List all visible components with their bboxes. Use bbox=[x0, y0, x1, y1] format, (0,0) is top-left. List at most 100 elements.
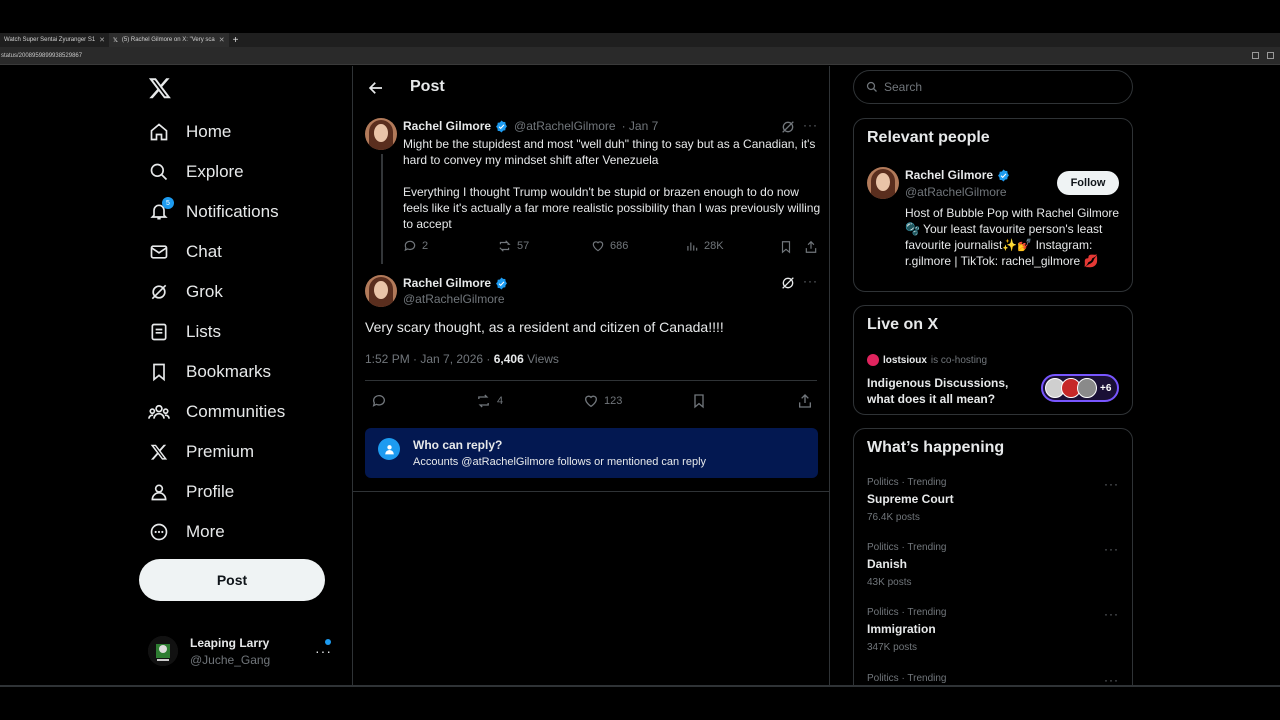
avatar[interactable] bbox=[365, 118, 397, 150]
account-switcher[interactable]: Leaping Larry @Juche_Gang ··· bbox=[148, 631, 342, 671]
more-icon[interactable]: ··· bbox=[1104, 477, 1119, 491]
tweet-actions: 2 57 686 28K bbox=[403, 239, 819, 257]
person-name-text[interactable]: Rachel Gilmore bbox=[905, 168, 993, 182]
thread-line bbox=[381, 154, 383, 264]
follow-button[interactable]: Follow bbox=[1057, 171, 1119, 195]
repost-icon bbox=[478, 394, 489, 408]
verified-badge-icon bbox=[496, 120, 507, 132]
tweet-timestamp[interactable]: 1:52 PM · Jan 7, 2026 · bbox=[365, 352, 494, 366]
trend-item[interactable]: Politics · Trending Immigration 347K pos… bbox=[867, 607, 1119, 653]
more-icon[interactable]: ··· bbox=[315, 643, 332, 659]
reply-button[interactable]: 2 bbox=[403, 239, 428, 253]
back-arrow-icon[interactable] bbox=[367, 79, 385, 97]
x-logo-icon[interactable] bbox=[148, 76, 172, 100]
like-button[interactable]: 686 bbox=[591, 239, 628, 253]
tweet-date[interactable]: · Jan 7 bbox=[622, 119, 659, 133]
tweet-text: Very scary thought, as a resident and ci… bbox=[365, 319, 724, 335]
profile-icon bbox=[148, 481, 170, 503]
heart-icon bbox=[584, 395, 598, 408]
extension-icon[interactable] bbox=[1252, 52, 1259, 59]
whats-happening-card: What’s happening Politics · Trending Sup… bbox=[853, 428, 1133, 698]
nav-home[interactable]: Home bbox=[148, 112, 231, 152]
close-icon[interactable]: ✕ bbox=[99, 36, 105, 44]
address-bar[interactable]: status/2008959899938529867 bbox=[0, 47, 1280, 65]
author-handle[interactable]: @atRachelGilmore bbox=[514, 119, 616, 133]
nav-premium[interactable]: Premium bbox=[148, 432, 254, 472]
repost-button[interactable]: 4 bbox=[475, 393, 503, 409]
nav-more[interactable]: More bbox=[148, 512, 225, 552]
window-icon[interactable] bbox=[1267, 52, 1274, 59]
tweet-author[interactable]: Rachel Gilmore @atRachelGilmore · Jan 7 bbox=[403, 119, 658, 133]
search-bar[interactable] bbox=[853, 70, 1133, 104]
nav-explore[interactable]: Explore bbox=[148, 152, 244, 192]
host-name: lostsioux bbox=[883, 354, 927, 366]
like-count: 686 bbox=[610, 240, 629, 252]
bell-icon: 5 bbox=[148, 197, 174, 223]
notification-badge: 5 bbox=[162, 197, 174, 209]
nav-bookmarks[interactable]: Bookmarks bbox=[148, 352, 271, 392]
tweet-actions: 4 123 bbox=[365, 391, 817, 411]
trend-context: Politics · Trending bbox=[867, 673, 947, 684]
person-name[interactable]: Rachel Gilmore bbox=[905, 168, 1010, 182]
nav-lists[interactable]: Lists bbox=[148, 312, 221, 352]
more-icon[interactable]: ··· bbox=[803, 118, 819, 134]
more-icon[interactable]: ··· bbox=[803, 274, 819, 290]
trend-item[interactable]: Politics · Trending ··· bbox=[867, 673, 1119, 687]
trend-item[interactable]: Politics · Trending Supreme Court 76.4K … bbox=[867, 477, 1119, 523]
bookmark-icon[interactable] bbox=[691, 393, 707, 409]
more-icon[interactable]: ··· bbox=[1104, 607, 1119, 621]
bookmark-icon[interactable] bbox=[779, 240, 793, 254]
author-name[interactable]: Rachel Gilmore bbox=[403, 119, 491, 133]
trend-context: Politics · Trending bbox=[867, 607, 947, 618]
search-input[interactable] bbox=[884, 80, 1114, 94]
card-heading: What’s happening bbox=[867, 439, 1005, 456]
url-text[interactable]: status/2008959899938529867 bbox=[1, 53, 82, 59]
post-button[interactable]: Post bbox=[139, 559, 325, 601]
nav-grok[interactable]: Grok bbox=[148, 272, 223, 312]
nav-profile[interactable]: Profile bbox=[148, 472, 234, 512]
nav-communities[interactable]: Communities bbox=[148, 392, 285, 432]
person-handle[interactable]: @atRachelGilmore bbox=[905, 185, 1007, 199]
browser-tab[interactable]: Watch Super Sentai Zyuranger S1 ✕ bbox=[0, 33, 109, 47]
account-name: Leaping Larry bbox=[190, 635, 270, 650]
author-name[interactable]: Rachel Gilmore bbox=[403, 276, 491, 290]
views-button[interactable]: 28K bbox=[685, 239, 724, 253]
grok-icon[interactable] bbox=[780, 119, 796, 135]
close-icon[interactable]: ✕ bbox=[219, 36, 225, 44]
x-favicon-icon: 𝕏 bbox=[113, 37, 118, 44]
trend-name: Danish bbox=[867, 557, 908, 571]
repost-button[interactable]: 57 bbox=[497, 239, 529, 253]
nav-notifications[interactable]: 5 Notifications bbox=[148, 192, 279, 232]
analytics-icon bbox=[687, 242, 698, 251]
list-icon bbox=[148, 321, 170, 343]
views-count: 28K bbox=[704, 240, 724, 252]
more-icon[interactable]: ··· bbox=[1104, 542, 1119, 556]
live-on-x-card[interactable]: Live on X lostsioux is co-hosting Indige… bbox=[853, 305, 1133, 415]
tweet-author[interactable]: Rachel Gilmore bbox=[403, 276, 508, 290]
browser-tab-active[interactable]: 𝕏 (5) Rachel Gilmore on X: "Very sca ✕ bbox=[109, 33, 229, 47]
nav-label: Lists bbox=[186, 322, 221, 341]
avatar[interactable] bbox=[867, 167, 899, 199]
avatar[interactable] bbox=[365, 275, 397, 307]
trend-name: Supreme Court bbox=[867, 492, 954, 506]
grok-icon[interactable] bbox=[780, 275, 796, 291]
home-icon bbox=[148, 121, 170, 143]
new-tab-icon[interactable]: + bbox=[229, 35, 243, 46]
share-icon[interactable] bbox=[797, 393, 813, 409]
author-handle[interactable]: @atRachelGilmore bbox=[403, 292, 505, 306]
reply-button[interactable] bbox=[371, 393, 387, 409]
repost-count: 57 bbox=[517, 240, 530, 252]
more-circle-icon bbox=[148, 521, 170, 543]
tweet-meta: 1:52 PM · Jan 7, 2026 · 6,406 Views bbox=[365, 352, 559, 366]
divider bbox=[365, 380, 817, 381]
trend-item[interactable]: Politics · Trending Danish 43K posts ··· bbox=[867, 542, 1119, 588]
nav-chat[interactable]: Chat bbox=[148, 232, 222, 272]
like-button[interactable]: 123 bbox=[583, 393, 622, 409]
space-participants[interactable]: +6 bbox=[1041, 374, 1119, 402]
avatar bbox=[148, 636, 178, 666]
trend-count: 347K posts bbox=[867, 642, 918, 653]
nav-label: Chat bbox=[186, 242, 222, 261]
host-suffix: is co-hosting bbox=[930, 354, 988, 366]
space-title[interactable]: Indigenous Discussions, what does it all… bbox=[867, 375, 1027, 407]
share-icon[interactable] bbox=[804, 240, 818, 254]
